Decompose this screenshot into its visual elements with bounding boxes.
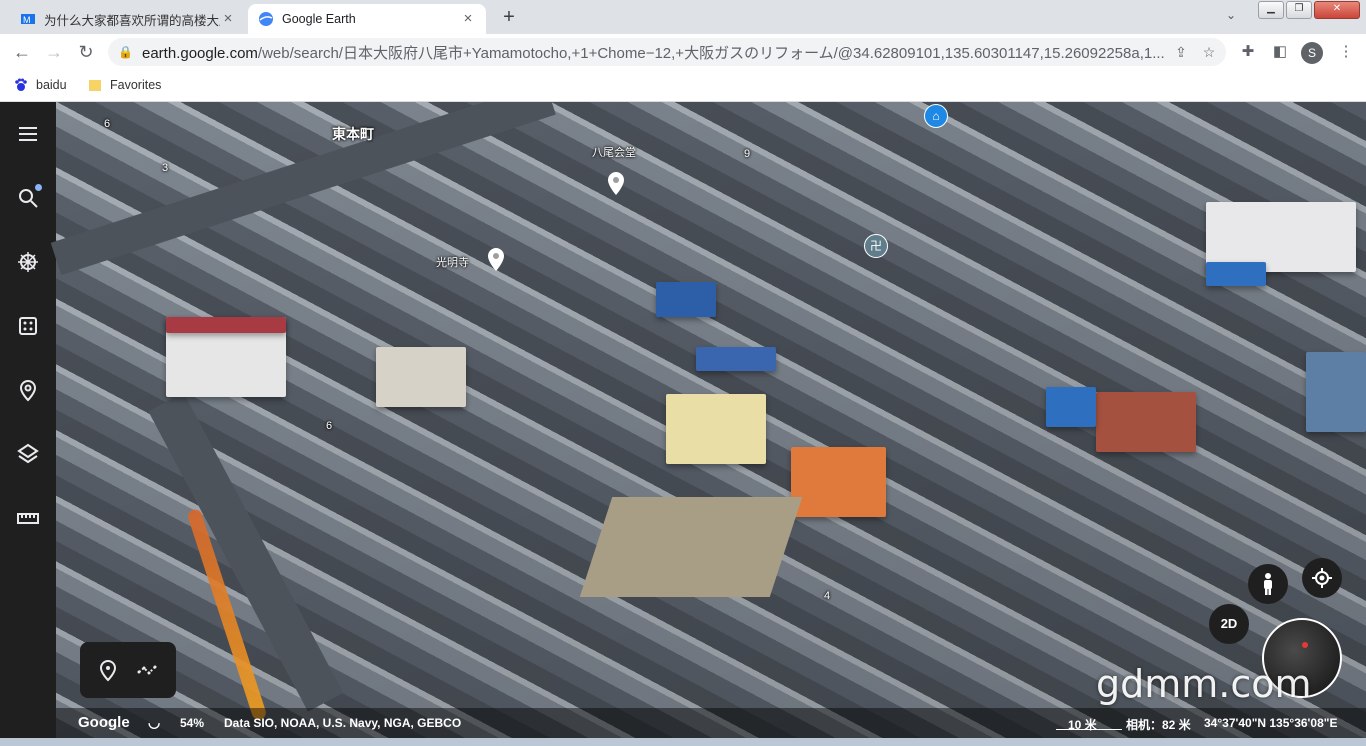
search-icon[interactable] [14,184,42,214]
loading-percent: 54% [180,716,205,730]
map-label-number: 4 [824,590,831,602]
add-placemark-icon[interactable] [96,658,120,682]
address-bar[interactable]: 🔒 earth.google.com/web/search/日本大阪府八尾市+Y… [108,38,1226,66]
my-location-icon[interactable] [1302,558,1342,598]
map-label-number: 6 [104,118,111,130]
menu-icon[interactable] [14,122,42,150]
tab-article[interactable]: M 为什么大家都喜欢所谓的高楼大厦 × [10,4,246,34]
bookmarks-bar: baidu Favorites [0,70,1366,102]
watermark: gdmm.com [1096,662,1312,706]
camera-altitude: 相机：82 米 [1126,718,1191,732]
side-panel-icon[interactable]: ◧ [1270,42,1290,62]
chevron-down-icon[interactable]: ⌄ [1226,8,1236,22]
notification-dot [35,184,42,191]
building [1306,352,1366,432]
close-icon[interactable]: × [220,11,236,27]
road [50,102,556,276]
google-earth-view: 東本町 八尾会堂 光明寺 6 3 9 6 4 卍 ⌂ 2D gdmm.com G… [0,102,1366,738]
data-attribution[interactable]: Data SIO, NOAA, U.S. Navy, NGA, GEBCO [224,716,461,730]
shop-poi-icon[interactable]: ⌂ [924,104,948,128]
building-roof [166,317,286,333]
map-pin-icon[interactable] [486,246,506,272]
map-label-hall[interactable]: 八尾会堂 [592,144,636,160]
loading-spinner-icon: ◡ [148,714,161,730]
coordinates[interactable]: 34°37'40"N 135°36'08"E [1204,716,1337,730]
baidu-paw-icon [15,78,27,91]
bookmark-label: Favorites [110,78,162,92]
building-roof [1206,262,1266,286]
ruler-icon[interactable] [14,506,42,534]
os-taskbar [0,738,1366,746]
more-vert-icon[interactable]: ⋮ [1336,42,1356,62]
map-label-district[interactable]: 東本町 [332,124,374,144]
back-arrow-icon[interactable]: ← [12,42,32,62]
building-roof [791,447,886,517]
scale-bar [1056,729,1122,730]
drawing-tools [80,642,176,698]
close-icon[interactable]: × [460,11,476,27]
satellite-3d-map[interactable]: 東本町 八尾会堂 光明寺 6 3 9 6 4 卍 ⌂ [50,102,1366,738]
building-roof [1046,387,1096,427]
window-controls: ▁ ❐ ✕ [1258,1,1360,19]
earth-sidebar [0,102,56,738]
map-label-number: 6 [326,420,333,432]
tab-title: 为什么大家都喜欢所谓的高楼大厦 [44,13,220,28]
earth-status-bar: Google ◡ 54% Data SIO, NOAA, U.S. Navy, … [56,708,1366,738]
map-pin-icon[interactable] [606,170,626,196]
draw-path-icon[interactable] [136,658,160,682]
google-earth-favicon-icon [258,11,274,27]
dice-icon[interactable] [14,314,42,342]
building [376,347,466,407]
temple-poi-icon[interactable]: 卍 [864,234,888,258]
building-roof [1096,392,1196,452]
lock-icon: 🔒 [118,45,133,59]
star-icon[interactable]: ☆ [1198,44,1220,61]
close-window-button[interactable]: ✕ [1314,1,1360,19]
location-marker [1302,642,1308,648]
minimize-button[interactable]: ▁ [1258,1,1284,19]
tab-title: Google Earth [282,12,356,26]
bookmark-label: baidu [36,78,67,92]
browser-toolbar: ← → ↻ 🔒 earth.google.com/web/search/日本大阪… [0,34,1366,70]
tab-strip: M 为什么大家都喜欢所谓的高楼大厦 × Google Earth × + ⌄ ▁… [0,0,1366,34]
forward-arrow-icon[interactable]: → [44,42,64,62]
reload-icon[interactable]: ↻ [76,42,96,62]
map-label-temple[interactable]: 光明寺 [436,254,469,270]
bookmark-baidu[interactable]: baidu [14,78,67,92]
bookmark-favorites[interactable]: Favorites [88,78,161,92]
url-text[interactable]: earth.google.com/web/search/日本大阪府八尾市+Yam… [142,42,1170,63]
map-label-number: 9 [744,148,751,160]
building-roof [696,347,776,371]
svg-text:M: M [23,15,31,25]
layers-icon[interactable] [14,442,42,470]
building-roof [656,282,716,317]
share-icon[interactable]: ⇪ [1170,44,1192,61]
view-2d-toggle[interactable]: 2D [1209,604,1249,644]
avatar[interactable]: S [1301,42,1323,64]
google-logo: Google [78,714,130,731]
extensions-puzzle-icon[interactable]: ✚ [1238,42,1258,62]
pegman-icon[interactable] [1248,564,1288,604]
empty-lot [579,497,803,597]
tab-google-earth[interactable]: Google Earth × [248,4,486,34]
maximize-button[interactable]: ❐ [1286,1,1312,19]
voyager-wheel-icon[interactable] [14,250,42,278]
scale-label[interactable]: 10 米 [1068,716,1097,733]
folder-icon [89,80,101,91]
new-tab-button[interactable]: + [496,6,522,30]
place-marker-icon[interactable] [14,378,42,406]
map-label-number: 3 [162,162,169,174]
building [666,394,766,464]
site-favicon-icon: M [20,11,36,27]
